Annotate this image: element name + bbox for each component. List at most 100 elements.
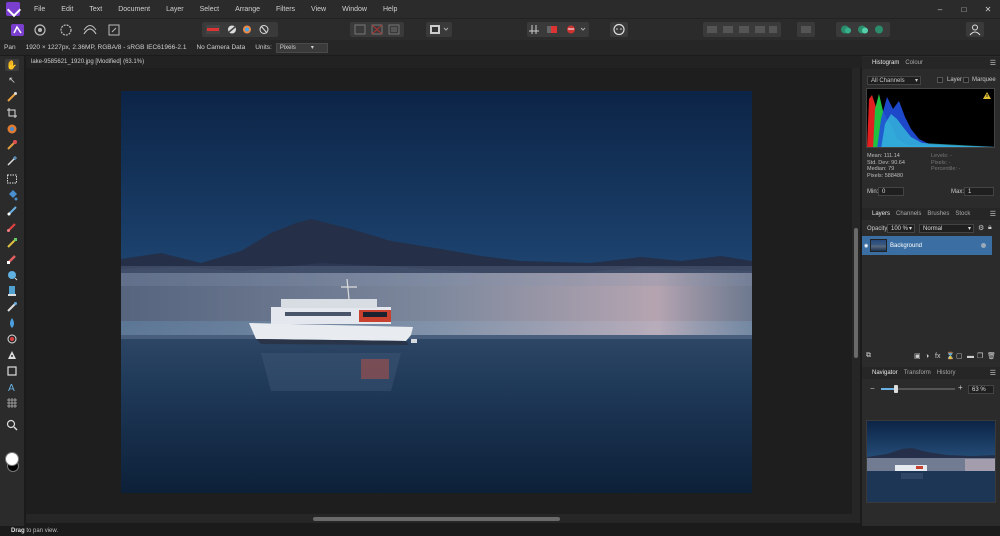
photo-persona-icon[interactable]	[10, 22, 26, 37]
menu-text[interactable]: Text	[81, 6, 110, 13]
opacity-value: 100 %	[891, 226, 909, 232]
close-button[interactable]: ✕	[976, 5, 1000, 14]
quick-mask-button[interactable]	[426, 22, 452, 37]
primary-color-swatch[interactable]	[5, 452, 19, 466]
develop-persona-icon[interactable]	[58, 22, 74, 37]
horizontal-scrollbar-thumb[interactable]	[313, 517, 560, 521]
menu-layer[interactable]: Layer	[158, 6, 192, 13]
tab-transform[interactable]: Transform	[904, 370, 931, 376]
min-input[interactable]: 0	[878, 187, 904, 196]
menu-filters[interactable]: Filters	[268, 6, 303, 13]
color-picker-tool-icon[interactable]	[5, 91, 19, 103]
layer-checkbox[interactable]	[937, 77, 943, 83]
eye-icon[interactable]: ◉	[864, 243, 868, 249]
blend-mode-dropdown[interactable]: Normal ▾	[919, 224, 974, 233]
navigator-preview[interactable]	[866, 420, 996, 503]
erase-brush-tool-icon[interactable]	[5, 253, 19, 265]
layer-row[interactable]: ◉ Background	[862, 236, 992, 255]
vertical-scrollbar[interactable]	[852, 68, 860, 514]
folder-icon[interactable]: ▬	[967, 353, 974, 360]
menu-window[interactable]: Window	[334, 6, 375, 13]
export-persona-icon[interactable]	[106, 22, 122, 37]
lock-icon[interactable]: 🔒︎	[988, 224, 992, 232]
warning-icon	[983, 92, 991, 99]
layer-visibility-dot[interactable]	[981, 243, 986, 248]
layers-panel-tabs: Layers Channels Brushes Stock ☰	[862, 208, 1000, 220]
panel-menu-icon[interactable]: ☰	[990, 210, 996, 218]
trash-icon[interactable]: 🗑︎	[987, 352, 996, 360]
mask-layer-icon[interactable]: ▣	[914, 352, 921, 360]
marquee-tool-icon[interactable]	[5, 173, 19, 185]
menu-edit[interactable]: Edit	[53, 6, 81, 13]
affinity-photo-logo-icon[interactable]	[6, 2, 20, 16]
menu-select[interactable]: Select	[192, 6, 227, 13]
panel-menu-icon[interactable]: ☰	[990, 369, 996, 377]
horizontal-scrollbar[interactable]	[26, 514, 860, 523]
menu-document[interactable]: Document	[110, 6, 158, 13]
canvas-area[interactable]	[26, 68, 852, 514]
zoom-slider-knob[interactable]	[893, 385, 898, 393]
artistic-text-tool-icon[interactable]: A	[5, 381, 19, 393]
dodge-tool-icon[interactable]	[5, 269, 19, 281]
max-input[interactable]: 1	[964, 187, 994, 196]
tab-brushes[interactable]: Brushes	[927, 211, 949, 217]
red-eye-tool-icon[interactable]	[5, 333, 19, 345]
crop-tool-icon[interactable]	[5, 107, 19, 119]
gear-icon[interactable]: ⚙	[978, 224, 984, 232]
opacity-input[interactable]: 100 % ▾	[887, 224, 915, 233]
zoom-input[interactable]: 63 %	[968, 385, 994, 394]
stat-percentile: Percentile: -	[931, 166, 961, 172]
brush-layer-icon[interactable]: ⌛	[946, 352, 955, 360]
pixel-layer-icon[interactable]: ▢	[956, 352, 963, 360]
menu-arrange[interactable]: Arrange	[227, 6, 268, 13]
blur-brush-tool-icon[interactable]	[5, 317, 19, 329]
zoom-in-button[interactable]: +	[958, 383, 963, 392]
tone-mapping-persona-icon[interactable]	[82, 22, 98, 37]
pixel-tool-icon[interactable]	[5, 237, 19, 249]
move-tool-icon[interactable]: ↖	[5, 74, 19, 86]
user-icon	[969, 24, 981, 36]
tab-channels[interactable]: Channels	[896, 211, 921, 217]
magic-wand-tool-icon[interactable]	[5, 155, 19, 167]
document-tab[interactable]: lake-9585621_1920.jpg [Modified] (63.1%)	[26, 56, 862, 68]
tab-colour[interactable]: Colour	[905, 60, 923, 66]
paint-brush-tool-icon[interactable]	[5, 221, 19, 233]
panel-menu-icon[interactable]: ☰	[990, 59, 996, 67]
assistant-icon[interactable]	[610, 22, 628, 37]
units-dropdown[interactable]: Pixels ▾	[275, 42, 328, 53]
pan-tool-icon[interactable]: ✋	[5, 59, 19, 71]
duplicate-layer-icon[interactable]: ❐	[977, 352, 983, 360]
document-image[interactable]	[121, 91, 752, 493]
clone-tool-icon[interactable]	[5, 285, 19, 297]
fill-tool-icon[interactable]	[5, 189, 19, 201]
tab-histogram[interactable]: Histogram	[872, 60, 899, 66]
tab-layers[interactable]: Layers	[872, 211, 890, 217]
channel-dropdown[interactable]: All Channels ▾	[867, 76, 921, 85]
align-button[interactable]	[797, 22, 815, 37]
layer-options-icon[interactable]: ⧉	[866, 352, 871, 360]
menu-view[interactable]: View	[303, 6, 334, 13]
menu-help[interactable]: Help	[375, 6, 405, 13]
zoom-slider[interactable]	[881, 385, 955, 393]
menu-file[interactable]: File	[26, 6, 53, 13]
zoom-tool-icon[interactable]	[5, 419, 19, 431]
maximize-button[interactable]: □	[952, 5, 976, 14]
pen-tool-icon[interactable]	[5, 349, 19, 361]
mesh-warp-tool-icon[interactable]	[5, 397, 19, 409]
healing-brush-tool-icon[interactable]	[5, 301, 19, 313]
minimize-button[interactable]: –	[928, 5, 952, 14]
adjustment-layer-icon[interactable]: ◑	[925, 353, 929, 360]
tab-stock[interactable]: Stock	[955, 211, 970, 217]
tab-history[interactable]: History	[937, 370, 956, 376]
rectangle-tool-icon[interactable]	[5, 365, 19, 377]
selection-brush-tool-icon[interactable]	[5, 123, 19, 135]
vertical-scrollbar-thumb[interactable]	[854, 228, 858, 358]
tab-navigator[interactable]: Navigator	[872, 370, 898, 376]
live-filter-icon[interactable]: fx	[935, 353, 940, 360]
liquify-persona-icon[interactable]	[32, 22, 48, 37]
zoom-out-button[interactable]: −	[870, 384, 875, 393]
account-button[interactable]	[966, 22, 984, 37]
marquee-checkbox[interactable]	[963, 77, 969, 83]
flood-select-tool-icon[interactable]	[5, 139, 19, 151]
gradient-tool-icon[interactable]	[5, 205, 19, 217]
